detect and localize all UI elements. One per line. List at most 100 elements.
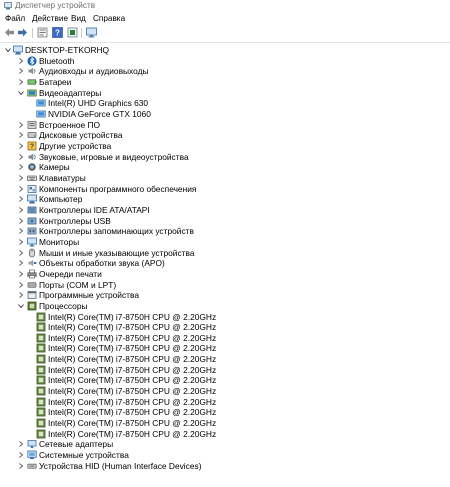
tree-item-label: Мыши и иные указывающие устройства [39, 247, 195, 258]
tree-item-label: NVIDIA GeForce GTX 1060 [48, 108, 151, 119]
svg-text:?: ? [55, 28, 60, 37]
chevron-right-icon[interactable] [17, 270, 25, 278]
tree-device-item[interactable]: Intel(R) Core(TM) i7-8750H CPU @ 2.20GHz [0, 397, 450, 408]
toolbar: ? [0, 26, 450, 40]
monitor-icon [27, 237, 37, 247]
tree-device-item[interactable]: Intel(R) Core(TM) i7-8750H CPU @ 2.20GHz [0, 429, 450, 440]
chevron-right-icon[interactable] [17, 281, 25, 289]
chevron-right-icon[interactable] [17, 163, 25, 171]
chevron-down-icon[interactable] [4, 46, 12, 54]
tree-category[interactable]: Компоненты программного обеспечения [0, 184, 450, 195]
tree-category[interactable]: Очереди печати [0, 269, 450, 280]
svg-text:?: ? [30, 144, 34, 151]
properties-icon[interactable] [37, 27, 48, 38]
chevron-right-icon[interactable] [17, 78, 25, 86]
device-tree: DESKTOP-ETKORHQ Bluetooth Аудиовходы и ауд… [0, 42, 450, 487]
menu-action[interactable]: Действие [32, 14, 68, 23]
tree-item-label: DESKTOP-ETKORHQ [25, 45, 110, 55]
chevron-right-icon[interactable] [17, 153, 25, 161]
chevron-right-icon[interactable] [17, 440, 25, 448]
tree-category[interactable]: Контроллеры USB [0, 216, 450, 227]
tree-category[interactable]: Процессоры [0, 301, 450, 312]
tree-category[interactable]: Программные устройства [0, 290, 450, 301]
tree-device-item[interactable]: Intel(R) Core(TM) i7-8750H CPU @ 2.20GHz [0, 375, 450, 386]
tree-category[interactable]: Сетевые адаптеры [0, 439, 450, 450]
display-adapter-icon [36, 109, 46, 119]
chevron-right-icon[interactable] [17, 185, 25, 193]
chevron-right-icon[interactable] [17, 174, 25, 182]
tree-category[interactable]: Видеоадаптеры [0, 88, 450, 99]
battery-icon [27, 77, 37, 87]
processor-icon [36, 354, 46, 364]
unknown-device-icon: ? [27, 141, 37, 151]
chevron-right-icon[interactable] [17, 121, 25, 129]
monitor-icon[interactable] [86, 27, 97, 38]
tree-category[interactable]: Аудиовходы и аудиовыходы [0, 66, 450, 77]
chevron-right-icon[interactable] [17, 142, 25, 150]
tree-device-item[interactable]: Intel(R) Core(TM) i7-8750H CPU @ 2.20GHz [0, 343, 450, 354]
chevron-right-icon[interactable] [17, 259, 25, 267]
chevron-right-icon[interactable] [17, 291, 25, 299]
tree-device-item[interactable]: Intel(R) Core(TM) i7-8750H CPU @ 2.20GHz [0, 407, 450, 418]
update-driver-icon[interactable] [67, 27, 78, 38]
tree-category[interactable]: Компьютер [0, 194, 450, 205]
tree-item-label: Другие устройства [39, 140, 112, 151]
menu-file[interactable]: Файл [5, 14, 25, 23]
chevron-right-icon[interactable] [17, 57, 25, 65]
tree-root[interactable]: DESKTOP-ETKORHQ [0, 45, 450, 56]
tree-category[interactable]: Контроллеры IDE ATA/ATAPI [0, 205, 450, 216]
tree-category[interactable]: Звуковые, игровые и видеоустройства [0, 152, 450, 163]
chevron-down-icon[interactable] [17, 89, 25, 97]
tree-category[interactable]: Клавиатуры [0, 173, 450, 184]
processor-icon [36, 343, 46, 353]
processor-icon [36, 333, 46, 343]
tree-device-item[interactable]: Intel(R) Core(TM) i7-8750H CPU @ 2.20GHz [0, 312, 450, 323]
tree-item-label: Intel(R) Core(TM) i7-8750H CPU @ 2.20GHz [48, 311, 217, 322]
tree-item-label: Компьютер [39, 194, 83, 205]
chevron-down-icon[interactable] [17, 302, 25, 310]
forward-icon[interactable] [17, 27, 28, 38]
tree-category[interactable]: Порты (COM и LPT) [0, 280, 450, 291]
chevron-right-icon[interactable] [17, 249, 25, 257]
tree-category[interactable]: Камеры [0, 162, 450, 173]
chevron-right-icon[interactable] [17, 238, 25, 246]
menu-view[interactable]: Вид [71, 14, 86, 23]
processor-icon [27, 301, 37, 311]
chevron-right-icon[interactable] [17, 462, 25, 470]
tree-category[interactable]: Объекты обработки звука (APO) [0, 258, 450, 269]
tree-category[interactable]: Мониторы [0, 237, 450, 248]
tree-category[interactable]: Системные устройства [0, 450, 450, 461]
tree-item-label: Дисковые устройства [39, 130, 123, 141]
tree-category[interactable]: Мыши и иные указывающие устройства [0, 248, 450, 259]
chevron-right-icon[interactable] [17, 195, 25, 203]
tree-device-item[interactable]: Intel(R) UHD Graphics 630 [0, 98, 450, 109]
tree-device-item[interactable]: Intel(R) Core(TM) i7-8750H CPU @ 2.20GHz [0, 322, 450, 333]
tree-category[interactable]: Встроенное ПО [0, 120, 450, 131]
tree-device-item[interactable]: NVIDIA GeForce GTX 1060 [0, 109, 450, 120]
processor-icon [36, 418, 46, 428]
apo-icon [27, 258, 37, 268]
help-icon[interactable]: ? [52, 27, 63, 38]
tree-category[interactable]: ? Другие устройства [0, 141, 450, 152]
tree-device-item[interactable]: Intel(R) Core(TM) i7-8750H CPU @ 2.20GHz [0, 386, 450, 397]
tree-device-item[interactable]: Intel(R) Core(TM) i7-8750H CPU @ 2.20GHz [0, 365, 450, 376]
tree-category[interactable]: Батареи [0, 77, 450, 88]
back-icon[interactable] [4, 27, 15, 38]
tree-device-item[interactable]: Intel(R) Core(TM) i7-8750H CPU @ 2.20GHz [0, 333, 450, 344]
tree-category[interactable]: Bluetooth [0, 56, 450, 67]
tree-item-label: Intel(R) Core(TM) i7-8750H CPU @ 2.20GHz [48, 386, 217, 397]
tree-item-label: Intel(R) Core(TM) i7-8750H CPU @ 2.20GHz [48, 396, 217, 407]
chevron-right-icon[interactable] [17, 67, 25, 75]
tree-category[interactable]: Дисковые устройства [0, 130, 450, 141]
chevron-right-icon[interactable] [17, 451, 25, 459]
tree-category[interactable]: Контроллеры запоминающих устройств [0, 226, 450, 237]
chevron-right-icon[interactable] [17, 217, 25, 225]
tree-category[interactable]: Устройства HID (Human Interface Devices) [0, 461, 450, 472]
menu-help[interactable]: Справка [93, 14, 125, 23]
tree-item-label: Объекты обработки звука (APO) [39, 258, 165, 269]
tree-device-item[interactable]: Intel(R) Core(TM) i7-8750H CPU @ 2.20GHz [0, 354, 450, 365]
chevron-right-icon[interactable] [17, 206, 25, 214]
tree-device-item[interactable]: Intel(R) Core(TM) i7-8750H CPU @ 2.20GHz [0, 418, 450, 429]
chevron-right-icon[interactable] [17, 227, 25, 235]
chevron-right-icon[interactable] [17, 131, 25, 139]
